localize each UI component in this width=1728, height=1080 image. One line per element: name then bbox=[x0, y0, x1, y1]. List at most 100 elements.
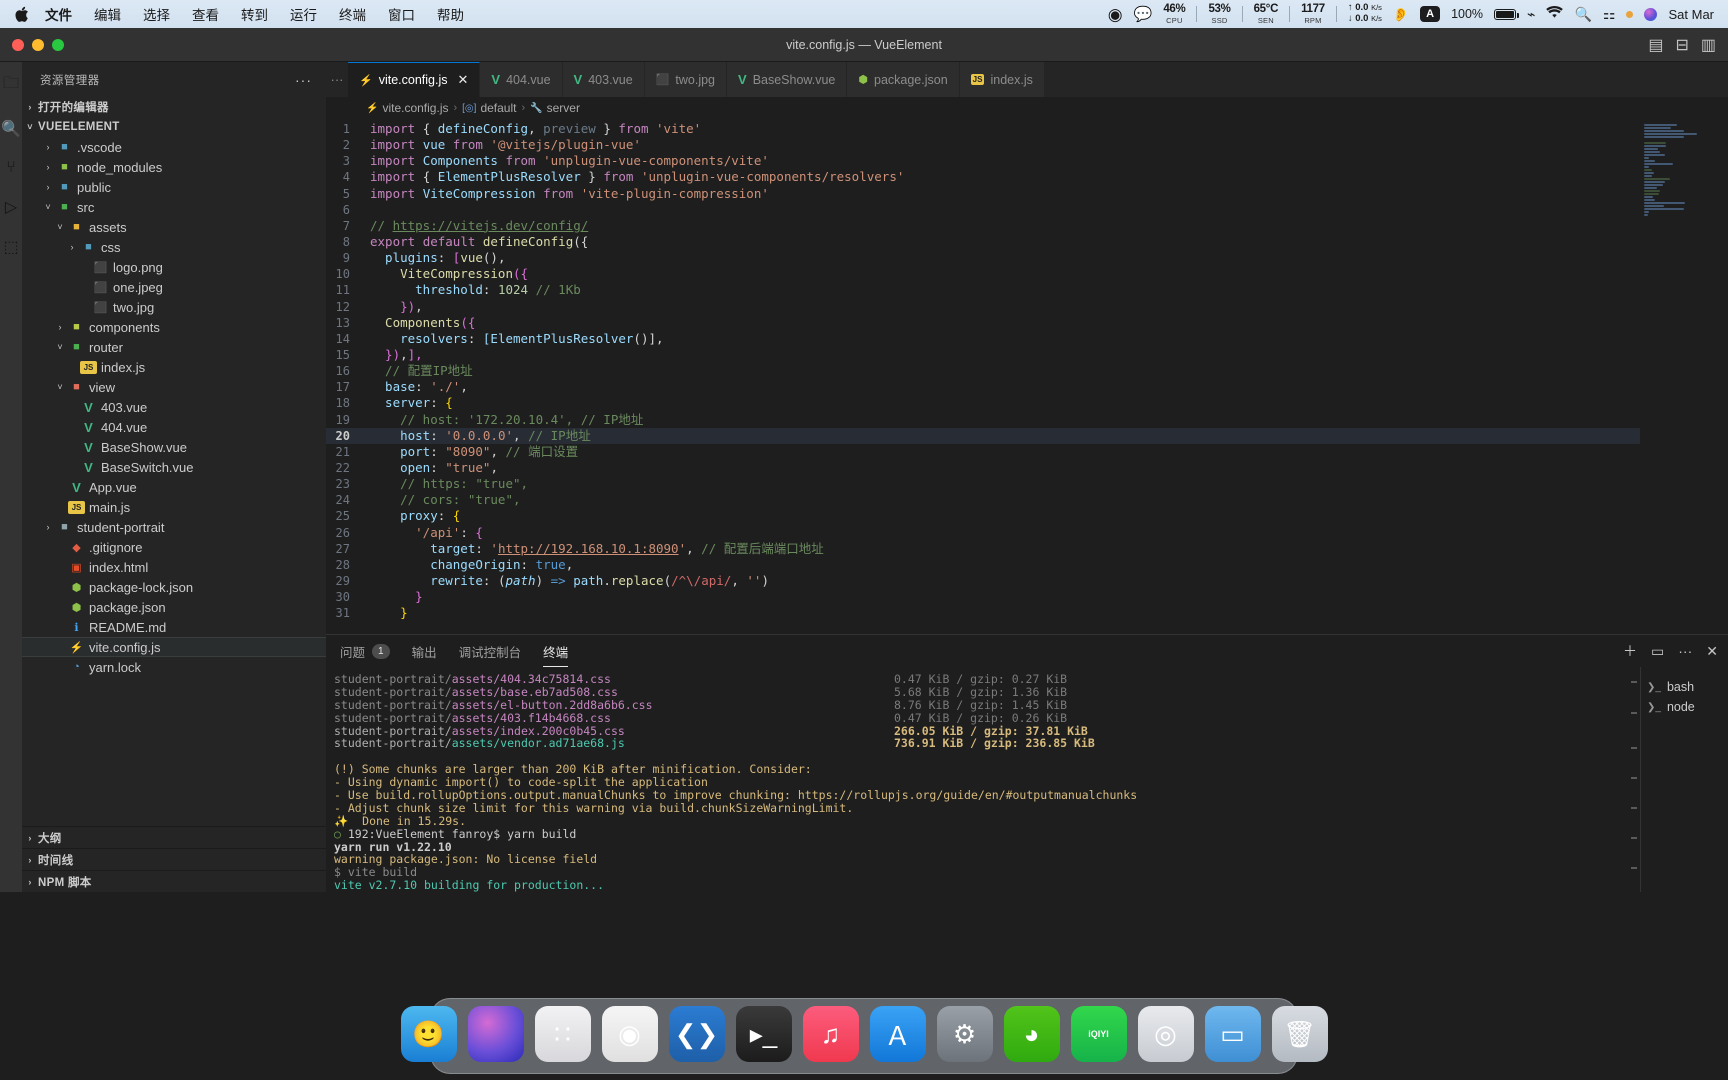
editor-tab[interactable]: ⚡ vite.config.js ✕ bbox=[348, 62, 481, 97]
code-text[interactable]: // https://vitejs.dev/config/ bbox=[368, 218, 588, 234]
breadcrumb-item[interactable]: ⚡ vite.config.js bbox=[366, 101, 448, 115]
tree-item[interactable]: ℹ README.md bbox=[22, 617, 326, 637]
code-text[interactable]: server: { bbox=[368, 395, 453, 411]
siri-icon[interactable] bbox=[1644, 7, 1658, 21]
toggle-panel-icon[interactable]: ⊟ bbox=[1675, 35, 1688, 55]
battery-icon[interactable] bbox=[1494, 8, 1519, 20]
code-line[interactable]: 2 import vue from '@vitejs/plugin-vue' bbox=[326, 137, 1640, 153]
tree-item[interactable]: V App.vue bbox=[22, 477, 326, 497]
menu-item-window[interactable]: 窗口 bbox=[377, 4, 426, 24]
code-text[interactable]: target: 'http://192.168.10.1:8090', // 配… bbox=[368, 541, 824, 557]
code-line[interactable]: 30 } bbox=[326, 589, 1640, 605]
tree-item[interactable]: ˅ ■ assets bbox=[22, 217, 326, 237]
finder-icon[interactable]: 🙂 bbox=[400, 1006, 457, 1062]
tree-item[interactable]: V BaseShow.vue bbox=[22, 437, 326, 457]
editor-tab[interactable]: V 404.vue bbox=[480, 62, 563, 97]
breadcrumb-item[interactable]: 🔧 server bbox=[530, 101, 580, 115]
code-line[interactable]: 23 // https: "true", bbox=[326, 476, 1640, 492]
panel-tab[interactable]: 输出 bbox=[412, 635, 437, 667]
tree-item[interactable]: ⬢ package-lock.json bbox=[22, 577, 326, 597]
vscode-icon[interactable]: ❮❯ bbox=[668, 1006, 725, 1062]
trash-icon[interactable]: 🗑 bbox=[1271, 1006, 1328, 1062]
code-line[interactable]: 9 plugins: [vue(), bbox=[326, 250, 1640, 266]
tree-item[interactable]: › ■ .vscode bbox=[22, 137, 326, 157]
menu-item-edit[interactable]: 编辑 bbox=[83, 4, 132, 24]
code-editor[interactable]: 1 import { defineConfig, preview } from '… bbox=[326, 119, 1728, 634]
file-tree[interactable]: › ■ .vscode › ■ node_modules › ■ public ˅ ■ src ˅ ■ as… bbox=[22, 137, 326, 677]
source-control-icon[interactable]: ⑂ bbox=[6, 159, 16, 177]
wechat-icon[interactable]: ◕ bbox=[1003, 1006, 1060, 1062]
open-editors-section[interactable]: › 打开的编辑器 bbox=[22, 97, 326, 117]
tree-item[interactable]: › ■ css bbox=[22, 237, 326, 257]
editor-tab[interactable]: V 403.vue bbox=[562, 62, 645, 97]
sidebar-section-outline[interactable]: › 大纲 bbox=[22, 826, 326, 848]
search-icon[interactable]: 🔍 bbox=[1574, 7, 1591, 21]
iqiyi-icon[interactable]: iQIYI bbox=[1070, 1006, 1127, 1062]
more-actions-icon[interactable]: ··· bbox=[295, 72, 312, 88]
close-panel-icon[interactable]: ✕ bbox=[1706, 643, 1718, 660]
code-text[interactable]: import ViteCompression from 'vite-plugin… bbox=[368, 186, 769, 202]
tabs-more-icon[interactable]: ··· bbox=[326, 62, 348, 97]
run-debug-icon[interactable]: ▷ bbox=[5, 197, 17, 217]
system-settings-icon[interactable]: ⚙ bbox=[936, 1006, 993, 1062]
tree-item[interactable]: ◔ yarn.lock bbox=[22, 657, 326, 677]
tree-item[interactable]: › ■ public bbox=[22, 177, 326, 197]
code-line[interactable]: 15 }),], bbox=[326, 347, 1640, 363]
preview-icon[interactable]: ◎ bbox=[1137, 1006, 1194, 1062]
clock[interactable]: Sat Mar bbox=[1668, 7, 1714, 22]
search-icon[interactable]: 🔍 bbox=[1, 119, 21, 139]
minimap[interactable] bbox=[1640, 119, 1728, 634]
code-text[interactable]: }), bbox=[368, 299, 423, 315]
close-tab-icon[interactable]: ✕ bbox=[457, 72, 468, 88]
code-line[interactable]: 7 // https://vitejs.dev/config/ bbox=[326, 218, 1640, 234]
tree-item[interactable]: ⬛ logo.png bbox=[22, 257, 326, 277]
breadcrumb-item[interactable]: [◎] default bbox=[462, 101, 516, 115]
sidebar-section-timeline[interactable]: › 时间线 bbox=[22, 848, 326, 870]
toggle-primary-sidebar-icon[interactable]: ▤ bbox=[1648, 35, 1663, 55]
terminal-list-item[interactable]: ❯_ node bbox=[1641, 697, 1728, 717]
tree-item[interactable]: ˅ ■ src bbox=[22, 197, 326, 217]
code-line[interactable]: 29 rewrite: (path) => path.replace(/^\/a… bbox=[326, 573, 1640, 589]
launchpad-icon[interactable]: ∷ bbox=[534, 1006, 591, 1062]
code-line[interactable]: 27 target: 'http://192.168.10.1:8090', /… bbox=[326, 541, 1640, 557]
code-line[interactable]: 4 import { ElementPlusResolver } from 'un… bbox=[326, 169, 1640, 185]
code-line[interactable]: 21 port: "8090", // 端口设置 bbox=[326, 444, 1640, 460]
code-text[interactable]: } bbox=[368, 605, 408, 621]
code-text[interactable]: // host: '172.20.10.4', // IP地址 bbox=[368, 412, 643, 428]
code-text[interactable]: import { defineConfig, preview } from 'v… bbox=[368, 121, 701, 137]
panel-tab[interactable]: 调试控制台 bbox=[459, 635, 522, 667]
code-line[interactable]: 16 // 配置IP地址 bbox=[326, 363, 1640, 379]
breadcrumb[interactable]: ⚡ vite.config.js › [◎] default › 🔧 server bbox=[326, 97, 1728, 119]
record-icon[interactable]: ◉ bbox=[1108, 6, 1123, 23]
code-line[interactable]: 12 }), bbox=[326, 299, 1640, 315]
menu-item-view[interactable]: 查看 bbox=[181, 4, 230, 24]
code-line[interactable]: 18 server: { bbox=[326, 395, 1640, 411]
editor-tabs[interactable]: ··· ⚡ vite.config.js ✕ V 404.vue V 403.vue ⬛ two… bbox=[326, 62, 1728, 97]
bluetooth-icon[interactable]: ⌁ bbox=[1527, 7, 1535, 21]
code-text[interactable]: base: './', bbox=[368, 379, 468, 395]
code-text[interactable]: import vue from '@vitejs/plugin-vue' bbox=[368, 137, 641, 153]
terminal-list-item[interactable]: ❯_ bash bbox=[1641, 677, 1728, 697]
tree-item[interactable]: › ■ node_modules bbox=[22, 157, 326, 177]
tree-item[interactable]: ⬛ one.jpeg bbox=[22, 277, 326, 297]
tree-item[interactable]: ▣ index.html bbox=[22, 557, 326, 577]
code-text[interactable]: }),], bbox=[368, 347, 423, 363]
add-terminal-icon[interactable]: ＋ bbox=[1623, 641, 1637, 661]
code-text[interactable]: // cors: "true", bbox=[368, 492, 520, 508]
code-text[interactable]: changeOrigin: true, bbox=[368, 557, 573, 573]
code-text[interactable]: import { ElementPlusResolver } from 'unp… bbox=[368, 169, 904, 185]
tree-item[interactable]: ˅ ■ router bbox=[22, 337, 326, 357]
siri-icon[interactable] bbox=[467, 1006, 524, 1062]
code-line[interactable]: 24 // cors: "true", bbox=[326, 492, 1640, 508]
tree-item[interactable]: V 403.vue bbox=[22, 397, 326, 417]
code-text[interactable]: // https: "true", bbox=[368, 476, 528, 492]
panel-tabs[interactable]: 问题 1 输出 调试控制台 终端 ＋ ▭ ··· ✕ bbox=[326, 635, 1728, 667]
code-line[interactable]: 13 Components({ bbox=[326, 315, 1640, 331]
code-text[interactable]: '/api': { bbox=[368, 525, 483, 541]
code-text[interactable]: resolvers: [ElementPlusResolver()], bbox=[368, 331, 663, 347]
panel-tab[interactable]: 问题 1 bbox=[340, 635, 390, 667]
code-line[interactable]: 20 host: '0.0.0.0', // IP地址 bbox=[326, 427, 1640, 444]
tree-item[interactable]: ⬢ package.json bbox=[22, 597, 326, 617]
code-text[interactable]: proxy: { bbox=[368, 508, 460, 524]
menu-item-help[interactable]: 帮助 bbox=[426, 4, 475, 24]
